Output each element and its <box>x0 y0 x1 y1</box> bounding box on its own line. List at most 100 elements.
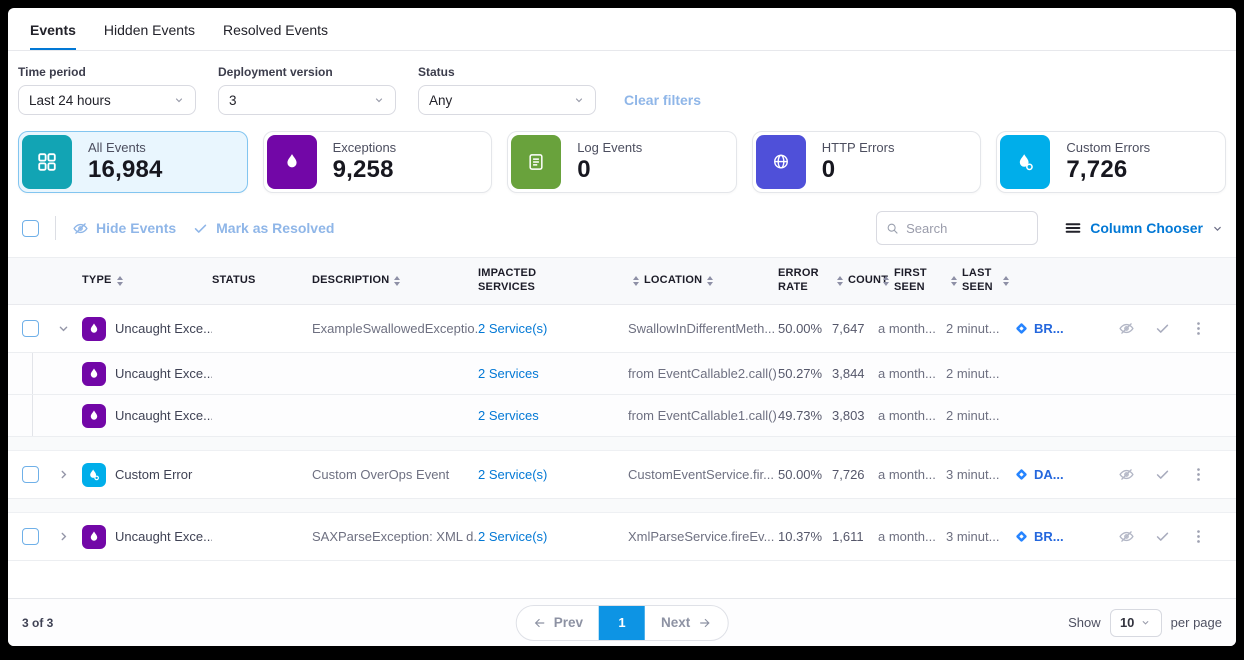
exception-type-icon <box>82 317 106 341</box>
clear-filters-button[interactable]: Clear filters <box>624 92 701 108</box>
jira-ticket-link[interactable]: BR... <box>1014 529 1118 544</box>
resolve-icon[interactable] <box>1154 320 1171 337</box>
hamburger-icon <box>1064 219 1082 237</box>
event-row[interactable]: Uncaught Exce... SAXParseException: XML … <box>8 513 1236 561</box>
impacted-services-link[interactable]: 2 Service(s) <box>478 321 628 336</box>
status-select[interactable]: Any <box>418 85 596 115</box>
sort-icon[interactable] <box>1003 276 1009 286</box>
row-checkbox[interactable] <box>22 320 39 337</box>
page-number-current[interactable]: 1 <box>599 606 645 640</box>
expand-chevron-icon[interactable] <box>56 529 82 544</box>
filter-bar: Time period Last 24 hours Deployment ver… <box>8 51 1236 115</box>
card-exceptions[interactable]: Exceptions 9,258 <box>263 131 493 193</box>
card-value: 16,984 <box>88 156 163 184</box>
resolve-icon[interactable] <box>1154 466 1171 483</box>
error-rate: 10.37% <box>778 529 832 544</box>
column-chooser-label: Column Chooser <box>1090 220 1203 236</box>
card-all-events[interactable]: All Events 16,984 <box>18 131 248 193</box>
header-error-rate[interactable]: ERROR RATE <box>778 267 832 295</box>
events-dashboard-panel: Events Hidden Events Resolved Events Tim… <box>8 8 1236 646</box>
kebab-menu-icon[interactable] <box>1190 320 1207 337</box>
sort-icon[interactable] <box>633 276 639 286</box>
event-count: 1,611 <box>832 529 878 544</box>
kebab-menu-icon[interactable] <box>1190 466 1207 483</box>
select-all-checkbox[interactable] <box>22 220 39 237</box>
sort-icon[interactable] <box>394 276 400 286</box>
hide-event-icon[interactable] <box>1118 466 1135 483</box>
event-subrow[interactable]: Uncaught Exce... 2 Services from EventCa… <box>8 353 1236 395</box>
arrow-left-icon <box>533 616 547 630</box>
header-impacted-services[interactable]: IMPACTED SERVICES <box>478 267 628 295</box>
event-count: 3,803 <box>832 408 878 423</box>
column-chooser-button[interactable]: Column Chooser <box>1064 219 1224 237</box>
tab-resolved-events[interactable]: Resolved Events <box>223 22 328 50</box>
jira-ticket-link[interactable]: DA... <box>1014 467 1118 482</box>
chevron-down-icon <box>1140 617 1151 628</box>
jira-icon <box>1014 321 1029 336</box>
event-count: 3,844 <box>832 366 878 381</box>
header-description[interactable]: DESCRIPTION <box>312 274 478 288</box>
mark-as-resolved-label: Mark as Resolved <box>216 220 334 236</box>
card-custom-errors[interactable]: Custom Errors 7,726 <box>996 131 1226 193</box>
search-input[interactable] <box>906 221 1028 236</box>
deployment-version-select[interactable]: 3 <box>218 85 396 115</box>
prev-page-button[interactable]: Prev <box>517 606 599 640</box>
impacted-services-link[interactable]: 2 Services <box>478 366 628 381</box>
sort-icon[interactable] <box>707 276 713 286</box>
resolve-icon[interactable] <box>1154 528 1171 545</box>
header-last-seen[interactable]: LAST SEEN <box>946 267 1014 295</box>
mark-as-resolved-button[interactable]: Mark as Resolved <box>192 220 334 237</box>
jira-ticket-link[interactable]: BR... <box>1014 321 1118 336</box>
impacted-services-link[interactable]: 2 Service(s) <box>478 467 628 482</box>
sort-icon[interactable] <box>837 276 843 286</box>
time-period-select[interactable]: Last 24 hours <box>18 85 196 115</box>
next-page-button[interactable]: Next <box>645 606 727 640</box>
card-log-events[interactable]: Log Events 0 <box>507 131 737 193</box>
collapse-chevron-icon[interactable] <box>56 321 82 336</box>
search-icon <box>886 221 899 236</box>
header-status[interactable]: STATUS <box>212 274 312 288</box>
event-row[interactable]: Custom Error Custom OverOps Event 2 Serv… <box>8 451 1236 499</box>
card-http-errors[interactable]: HTTP Errors 0 <box>752 131 982 193</box>
event-count: 7,647 <box>832 321 878 336</box>
card-value: 0 <box>577 156 642 184</box>
error-rate: 49.73% <box>778 408 832 423</box>
header-type[interactable]: TYPE <box>82 274 212 288</box>
card-label: Custom Errors <box>1066 140 1150 155</box>
card-label: HTTP Errors <box>822 140 895 155</box>
hide-event-icon[interactable] <box>1118 528 1135 545</box>
error-rate: 50.27% <box>778 366 832 381</box>
header-location[interactable]: LOCATION <box>628 274 778 288</box>
first-seen: a month... <box>878 408 946 423</box>
eye-slash-icon <box>72 220 89 237</box>
kebab-menu-icon[interactable] <box>1190 528 1207 545</box>
table-toolbar: Hide Events Mark as Resolved Column Choo… <box>8 193 1236 257</box>
card-value: 9,258 <box>333 156 397 184</box>
event-type: Uncaught Exce... <box>115 321 212 336</box>
header-count[interactable]: COUNT <box>832 274 878 288</box>
tab-hidden-events[interactable]: Hidden Events <box>104 22 195 50</box>
event-row[interactable]: Uncaught Exce... ExampleSwallowedExcepti… <box>8 305 1236 353</box>
status-filter: Status Any <box>418 65 596 115</box>
impacted-services-link[interactable]: 2 Services <box>478 408 628 423</box>
impacted-services-link[interactable]: 2 Service(s) <box>478 529 628 544</box>
sort-icon[interactable] <box>883 276 889 286</box>
hide-events-label: Hide Events <box>96 220 176 236</box>
header-first-seen[interactable]: FIRST SEEN <box>878 267 946 295</box>
event-description: Custom OverOps Event <box>312 467 478 482</box>
sort-icon[interactable] <box>117 276 123 286</box>
row-checkbox[interactable] <box>22 528 39 545</box>
page-size-control: Show 10 per page <box>1068 609 1222 637</box>
sort-icon[interactable] <box>951 276 957 286</box>
row-checkbox[interactable] <box>22 466 39 483</box>
hide-event-icon[interactable] <box>1118 320 1135 337</box>
hide-events-button[interactable]: Hide Events <box>72 220 176 237</box>
event-subrow[interactable]: Uncaught Exce... 2 Services from EventCa… <box>8 395 1236 437</box>
event-type: Uncaught Exce... <box>115 366 212 381</box>
card-label: All Events <box>88 140 163 155</box>
custom-error-type-icon <box>82 463 106 487</box>
page-size-select[interactable]: 10 <box>1110 609 1162 637</box>
expand-chevron-icon[interactable] <box>56 467 82 482</box>
event-type: Uncaught Exce... <box>115 408 212 423</box>
tab-events[interactable]: Events <box>30 22 76 50</box>
